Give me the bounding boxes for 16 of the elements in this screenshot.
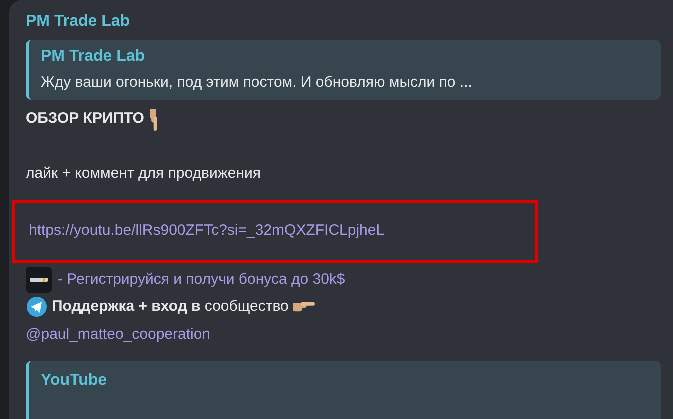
message-text: лайк + коммент для продвижения bbox=[26, 164, 262, 184]
telegram-icon bbox=[26, 296, 48, 318]
reply-text: Жду ваши огоньки, под этим постом. И обновляю мысли по ... bbox=[41, 73, 474, 93]
preview-site-name: YouTube bbox=[41, 372, 108, 389]
username-link[interactable]: @paul_matteo_cooperation bbox=[26, 320, 661, 349]
promo-link[interactable]: - Регистрируйся и получи бонуса до 30k$ bbox=[58, 269, 346, 292]
pointing-down-hand-icon bbox=[150, 108, 160, 130]
logo-icon bbox=[26, 267, 52, 294]
reply-author: PM Trade Lab bbox=[41, 47, 146, 67]
video-link[interactable]: https://youtu.be/llRs900ZFTc?si=_32mQXZFICLpjheL bbox=[29, 220, 385, 243]
pointing-right-hand-icon bbox=[292, 302, 315, 312]
channel-name[interactable]: PM Trade Lab bbox=[26, 10, 661, 34]
support-text: Поддержка + вход в сообщество bbox=[52, 297, 289, 318]
reply-quote[interactable]: PM Trade Lab Жду ваши огоньки, под этим постом. И обновляю мысли по ... bbox=[26, 40, 661, 100]
post-heading: ОБЗОР КРИПТО bbox=[26, 109, 144, 130]
link-preview[interactable]: YouTube bbox=[26, 360, 661, 419]
